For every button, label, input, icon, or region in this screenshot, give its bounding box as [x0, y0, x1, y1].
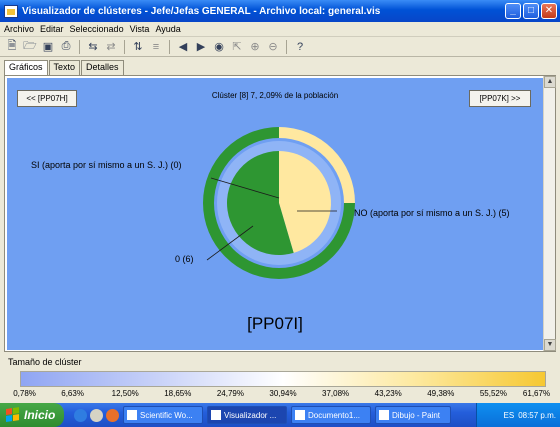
app-icon: [4, 4, 18, 18]
window-title: Visualizador de clústeres - Jefe/Jefas G…: [22, 5, 381, 17]
cluster-size-gradient: [20, 371, 546, 387]
clock: 08:57 p.m.: [518, 410, 556, 420]
quick-launch: [74, 408, 119, 422]
menu-editar[interactable]: Editar: [40, 24, 64, 34]
new-file-icon[interactable]: 🗎: [4, 39, 20, 55]
graph-panel: << [PP07H] Clúster [8] 7, 2,09% de la po…: [4, 75, 556, 352]
pie-label-zero: 0 (6): [175, 254, 194, 264]
toolbar-separator: [169, 39, 170, 54]
legend-tick-label: 37,08%: [322, 389, 350, 398]
view-tabs: Gráficos Texto Detalles: [4, 60, 125, 75]
task-label: Scientific Wo...: [140, 410, 193, 420]
vertical-scrollbar[interactable]: ▲ ▼: [543, 76, 556, 351]
firefox-icon[interactable]: [106, 408, 119, 422]
word-icon: [295, 410, 305, 420]
redo-icon[interactable]: ⇄: [103, 39, 119, 55]
legend-tick-label: 30,94%: [269, 389, 297, 398]
task-paint[interactable]: Dibujo - Paint: [375, 406, 451, 424]
ie-icon[interactable]: [74, 408, 87, 422]
legend-tick-label: 12,50%: [111, 389, 139, 398]
desktop-icon[interactable]: [90, 408, 103, 422]
zoom-select-icon[interactable]: ⇱: [229, 39, 245, 55]
chart-area: << [PP07H] Clúster [8] 7, 2,09% de la po…: [7, 78, 543, 350]
legend-tick-label: 6,63%: [61, 389, 84, 398]
pie-label-no: NO (aporta por sí mismo a un S. J.) (5): [354, 208, 510, 218]
legend-tick-label: 0,78%: [13, 389, 36, 398]
windows-flag-icon: [6, 407, 20, 423]
zoom-in-icon[interactable]: ⊕: [247, 39, 263, 55]
title-bar: Visualizador de clústeres - Jefe/Jefas G…: [0, 0, 560, 22]
variable-label: [PP07I]: [247, 314, 303, 333]
legend-ticks: 0,78% 6,63% 12,50% 18,65% 24,79% 30,94% 37,08%…: [0, 389, 560, 401]
menu-archivo[interactable]: Archivo: [4, 24, 34, 34]
help-icon[interactable]: ?: [292, 39, 308, 55]
swap-icon[interactable]: ⇆: [85, 39, 101, 55]
toolbar-separator: [124, 39, 125, 54]
legend-tick-label: 24,79%: [216, 389, 244, 398]
pie-label-si: SI (aporta por sí mismo a un S. J.) (0): [31, 160, 182, 170]
start-button[interactable]: Inicio: [0, 403, 64, 427]
task-label: Documento1...: [308, 410, 361, 420]
toolbar-separator: [286, 39, 287, 54]
task-label: Visualizador ...: [224, 410, 277, 420]
task-scientific[interactable]: Scientific Wo...: [123, 406, 203, 424]
paint-icon: [379, 410, 389, 420]
tab-graficos[interactable]: Gráficos: [4, 60, 48, 75]
sort-icon[interactable]: ⇅: [130, 39, 146, 55]
menu-seleccionado[interactable]: Seleccionado: [70, 24, 124, 34]
task-visualizador[interactable]: Visualizador ...: [207, 406, 287, 424]
legend-tick-label: 43,23%: [374, 389, 402, 398]
scroll-up-icon[interactable]: ▲: [544, 76, 556, 88]
system-tray: ES 08:57 p.m.: [476, 403, 560, 427]
legend-title: Tamaño de clúster: [8, 357, 82, 367]
legend-tick-label: 61,67%: [522, 389, 551, 398]
minimize-button[interactable]: _: [505, 3, 521, 19]
filter-icon[interactable]: ≡: [148, 39, 164, 55]
legend-tick-label: 18,65%: [164, 389, 192, 398]
close-button[interactable]: ✕: [541, 3, 557, 19]
toolbar: 🗎 🗁 ▣ ⎙ ⇆ ⇄ ⇅ ≡ ◀ ▶ ◉ ⇱ ⊕ ⊖ ?: [0, 37, 560, 57]
toolbar-separator: [79, 39, 80, 54]
scroll-down-icon[interactable]: ▼: [544, 339, 556, 351]
back-arrow-icon[interactable]: ◀: [175, 39, 191, 55]
language-indicator[interactable]: ES: [504, 411, 515, 420]
legend-tick-label: 55,52%: [479, 389, 507, 398]
print-icon[interactable]: ⎙: [58, 39, 74, 55]
tab-texto[interactable]: Texto: [48, 60, 81, 75]
forward-arrow-icon[interactable]: ▶: [193, 39, 209, 55]
start-label: Inicio: [24, 408, 56, 422]
app-icon: [127, 410, 137, 420]
menu-ayuda[interactable]: Ayuda: [155, 24, 180, 34]
app-icon: [211, 410, 221, 420]
menu-bar: Archivo Editar Seleccionado Vista Ayuda: [0, 22, 560, 37]
menu-vista[interactable]: Vista: [130, 24, 150, 34]
taskbar: Inicio Scientific Wo... Visualizador ...…: [0, 403, 560, 427]
task-label: Dibujo - Paint: [392, 410, 441, 420]
task-documento[interactable]: Documento1...: [291, 406, 371, 424]
zoom-out-icon[interactable]: ⊖: [265, 39, 281, 55]
maximize-button[interactable]: □: [523, 3, 539, 19]
binoculars-icon[interactable]: ◉: [211, 39, 227, 55]
legend-tick-label: 49,38%: [427, 389, 455, 398]
open-file-icon[interactable]: 🗁: [22, 39, 38, 55]
tab-detalles[interactable]: Detalles: [81, 60, 124, 75]
save-icon[interactable]: ▣: [40, 39, 56, 55]
